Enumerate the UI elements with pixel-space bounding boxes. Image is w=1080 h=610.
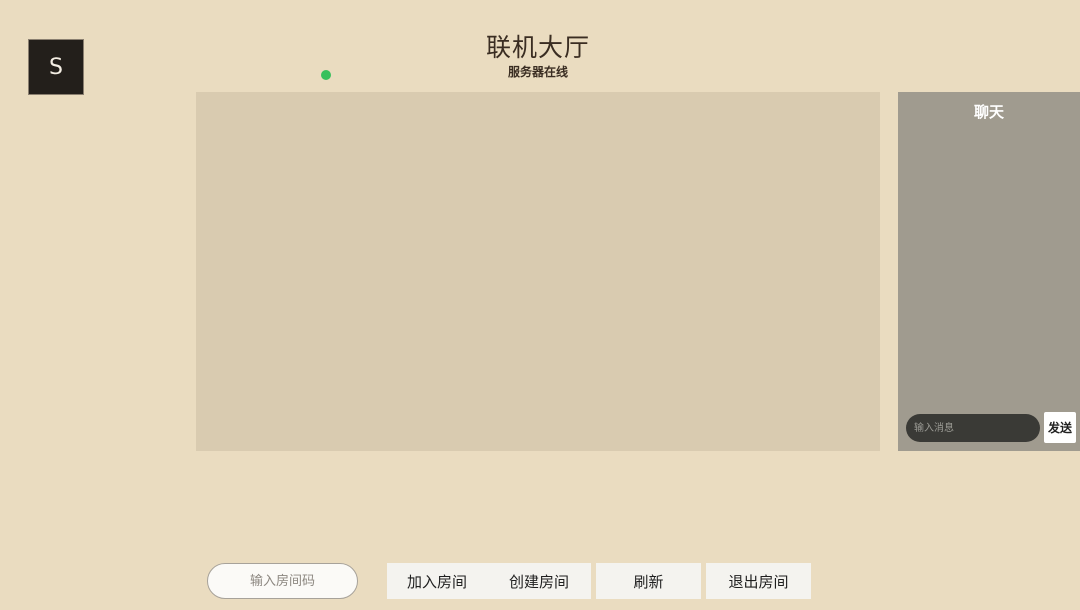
leave-room-button[interactable]: 退出房间 [706,563,811,599]
room-list-panel [196,92,880,451]
chat-title: 聊天 [973,103,1004,121]
server-status-indicator [321,70,331,80]
user-avatar[interactable]: S [28,39,84,95]
send-button[interactable]: 发送 [1044,412,1076,443]
room-code-input[interactable] [207,563,358,599]
lobby-title: 联机大厅 [485,33,590,62]
chat-message-input[interactable] [906,414,1040,442]
avatar-initial: S [49,54,63,80]
chat-panel: 聊天 发送 [898,92,1080,451]
server-status-text: 服务器在线 [507,65,568,79]
refresh-button[interactable]: 刷新 [596,563,701,599]
join-room-button[interactable]: 加入房间 [387,563,487,599]
create-room-button[interactable]: 创建房间 [487,563,591,599]
